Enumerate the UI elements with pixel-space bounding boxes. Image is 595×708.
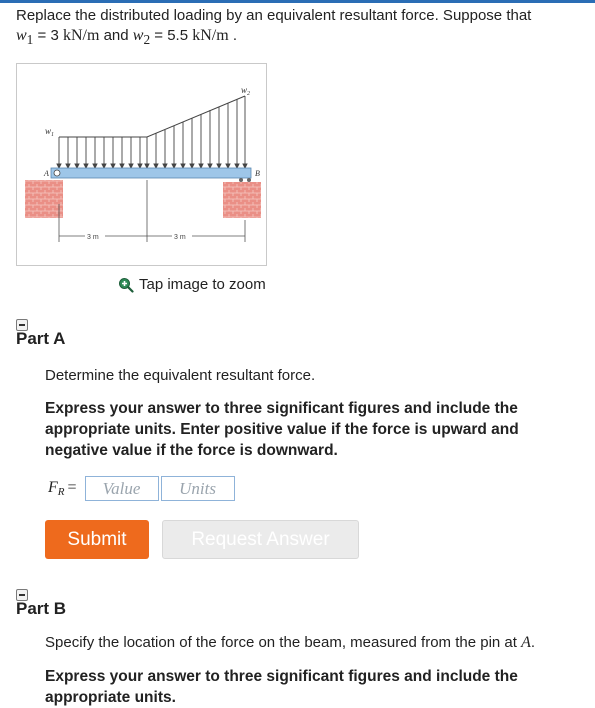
w2-symbol: w2 [132,27,151,48]
part-b-question: Specify the location of the force on the… [45,634,536,651]
w2-unit: kN/m [192,27,229,44]
resultant-force-label: FR = [48,479,77,498]
top-accent-rule [0,0,595,3]
problem-text: Replace the distributed loading by an eq… [16,7,532,24]
w1-symbol: w1 [16,27,34,48]
part-a-question: Determine the equivalent resultant force… [45,367,316,384]
units-input[interactable] [160,476,235,501]
point-a-label: A [43,169,49,178]
part-a-instruction: Express your answer to three significant… [45,400,519,459]
beam-figure[interactable]: w1 w2 A B 3 m 3 m [16,63,267,266]
part-a-title: Part A [16,329,66,348]
beam [50,167,252,179]
problem-statement: Replace the distributed loading by an eq… [16,6,576,50]
w1-unit: kN/m [62,27,100,44]
w2-label: w2 [241,85,250,97]
part-b-title: Part B [16,599,67,618]
w1-value: = 3 [33,27,63,44]
dimension-lines [58,180,246,242]
part-b-instruction: Express your answer to three significant… [45,668,518,706]
problem-values: w1 = 3 kN/m and w2 = 5.5 kN/m . [16,27,238,48]
tap-to-zoom[interactable]: Tap image to zoom [118,276,266,293]
request-answer-button: Request Answer [162,520,359,559]
tap-to-zoom-label: Tap image to zoom [139,276,266,293]
part-a-answer-row: FR = [48,476,235,501]
and-text: and [99,27,133,44]
w2-value: = 5.5 [150,27,193,44]
value-input[interactable] [84,476,159,501]
w1-label: w1 [45,126,54,138]
beam-diagram: w1 w2 A B 3 m 3 m [25,85,261,242]
zoom-in-icon [119,277,134,293]
point-b-label: B [255,169,260,178]
dimension-left-label: 3 m [87,234,99,241]
roller-support-b [223,178,261,218]
submit-button[interactable]: Submit [45,520,149,559]
dimension-right-label: 3 m [174,234,186,241]
